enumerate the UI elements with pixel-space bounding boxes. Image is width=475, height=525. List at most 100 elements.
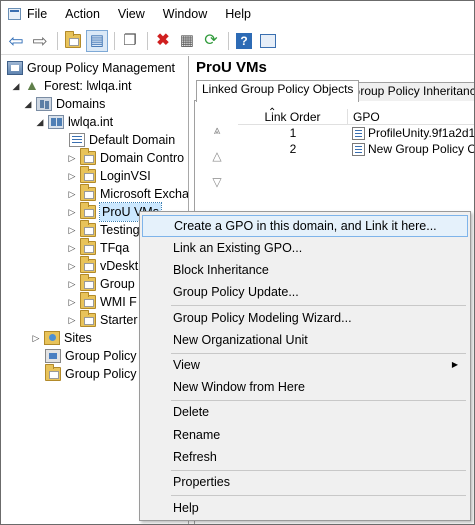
menu-item-new-ou[interactable]: New Organizational Unit <box>142 329 468 351</box>
ou-folder-icon <box>80 148 96 165</box>
tree-domains-label: Domains <box>56 97 106 111</box>
menu-item-view[interactable]: View ▶ <box>142 354 468 376</box>
tree-item-label: Starter <box>100 313 138 327</box>
menu-item-create-gpo-link[interactable]: Create a GPO in this domain, and Link it… <box>142 215 468 237</box>
move-down-icon[interactable]: ▽ <box>209 175 225 189</box>
menu-item-properties[interactable]: Properties <box>142 471 468 493</box>
menu-item-rename[interactable]: Rename <box>142 424 468 446</box>
properties-icon[interactable]: ▦ <box>176 30 198 52</box>
column-header-link-order[interactable]: ⌃ Link Order <box>238 107 348 125</box>
show-hide-tree-icon[interactable]: ▤ <box>86 29 108 52</box>
menu-separator <box>171 305 466 306</box>
move-up-icon[interactable]: △ <box>209 149 225 163</box>
tree-root[interactable]: Group Policy Management <box>7 59 175 77</box>
group-policy-management-icon <box>7 61 23 75</box>
tree-item-wmi-filters[interactable]: ▷ WMI F <box>67 292 137 311</box>
ou-folder-icon <box>80 202 96 219</box>
tree-item-group-policy-objects[interactable]: ▷ Group <box>67 274 135 293</box>
tree-item-domain-controllers[interactable]: ▷ Domain Contro <box>67 148 185 167</box>
tree-domains[interactable]: ◢ Domains <box>23 95 105 113</box>
expand-arrow-icon[interactable]: ▷ <box>67 275 77 293</box>
collapse-arrow-icon[interactable]: ◢ <box>11 77 21 95</box>
forest-icon <box>24 76 40 94</box>
tab-gp-inheritance[interactable]: Group Policy Inheritance <box>345 82 474 101</box>
tree-item-label: Default Domain <box>89 133 176 147</box>
submenu-arrow-icon: ▶ <box>451 360 458 369</box>
tree-results-label: Group Policy <box>65 367 137 381</box>
menu-help[interactable]: Help <box>216 1 260 27</box>
expand-arrow-icon[interactable]: ▷ <box>31 329 41 347</box>
menu-item-gp-update[interactable]: Group Policy Update... <box>142 281 468 303</box>
domains-icon <box>36 97 52 111</box>
tree-item-testing[interactable]: ▷ Testing <box>67 220 140 239</box>
tree-item-starter-gpos[interactable]: ▷ Starter <box>67 310 138 329</box>
expand-arrow-icon[interactable]: ▷ <box>67 239 77 257</box>
up-folder-icon[interactable] <box>62 30 84 52</box>
menu-item-new-window[interactable]: New Window from Here <box>142 376 468 398</box>
tree-forest[interactable]: ◢ Forest: lwlqa.int <box>11 76 132 95</box>
expand-arrow-icon[interactable]: ▷ <box>67 257 77 275</box>
gpo-link-icon <box>352 126 365 140</box>
console-icon[interactable] <box>257 30 279 52</box>
help-icon[interactable]: ? <box>233 30 255 52</box>
column-header-gpo[interactable]: GPO <box>348 109 474 125</box>
tab-linked-gpos[interactable]: Linked Group Policy Objects <box>196 80 360 102</box>
expand-arrow-icon[interactable]: ▷ <box>67 185 77 203</box>
toolbar-separator <box>57 31 58 50</box>
tree-item-microsoft-exchange[interactable]: ▷ Microsoft Excha <box>67 184 188 203</box>
forward-icon[interactable]: ⇨ <box>29 30 51 52</box>
expand-arrow-icon[interactable]: ▷ <box>67 311 77 329</box>
menu-bar: File Action View Window Help <box>1 1 474 27</box>
tree-domain[interactable]: ◢ lwlqa.int <box>35 113 113 131</box>
table-row[interactable]: 1 ProfileUnity.9f1a2d1... <box>238 125 475 141</box>
menu-item-link-existing-gpo[interactable]: Link an Existing GPO... <box>142 237 468 259</box>
tree-item-vdesktops[interactable]: ▷ vDeskt <box>67 256 139 275</box>
tree-item-label: WMI F <box>100 295 137 309</box>
table-row[interactable]: 2 New Group Policy O... <box>238 141 475 157</box>
menu-view[interactable]: View <box>109 1 154 27</box>
tree-item-label: LoginVSI <box>100 169 151 183</box>
cell-gpo: ProfileUnity.9f1a2d1... <box>348 125 475 141</box>
menu-item-refresh[interactable]: Refresh <box>142 446 468 468</box>
menu-item-modeling-wizard[interactable]: Group Policy Modeling Wizard... <box>142 307 468 329</box>
expand-arrow-icon[interactable]: ▷ <box>67 203 77 221</box>
collapse-arrow-icon[interactable]: ◢ <box>35 113 45 131</box>
page-title: ProU VMs <box>196 59 267 76</box>
cell-gpo-label: New Group Policy O... <box>368 142 475 156</box>
menu-item-delete[interactable]: Delete <box>142 401 468 423</box>
ou-folder-icon <box>80 220 96 237</box>
back-icon[interactable]: ⇦ <box>5 30 27 52</box>
window-app-icon <box>8 8 21 20</box>
menu-file-label: File <box>27 7 48 21</box>
expand-arrow-icon[interactable]: ▷ <box>67 221 77 239</box>
tree-item-default-domain[interactable]: Default Domain <box>69 131 175 149</box>
tree-item-label: Group <box>100 277 135 291</box>
domain-icon <box>48 115 64 129</box>
toolbar-separator <box>147 31 148 50</box>
tree-item-tfqa[interactable]: ▷ TFqa <box>67 238 129 257</box>
expand-arrow-icon[interactable]: ▷ <box>67 293 77 311</box>
menu-item-help[interactable]: Help <box>142 497 468 519</box>
expand-arrow-icon[interactable]: ▷ <box>67 149 77 167</box>
tree-item-label: Domain Contro <box>100 151 185 165</box>
refresh-icon[interactable]: ⟳ <box>200 30 222 52</box>
toolbar: ⇦ ⇨ ▤ ❐ ✖ ▦ ⟳ ? <box>1 27 474 55</box>
expand-arrow-icon[interactable]: ▷ <box>67 167 77 185</box>
collapse-arrow-icon[interactable]: ◢ <box>23 95 33 113</box>
delete-icon[interactable]: ✖ <box>152 30 174 52</box>
menu-item-block-inheritance[interactable]: Block Inheritance <box>142 259 468 281</box>
copy-icon[interactable]: ❐ <box>119 30 141 52</box>
cell-gpo-label: ProfileUnity.9f1a2d1... <box>368 126 475 140</box>
tree-item-label: vDeskt <box>100 259 139 273</box>
move-top-icon[interactable]: ⩓ <box>209 123 225 137</box>
tree-domain-label: lwlqa.int <box>68 115 114 129</box>
tree-group-policy-modeling[interactable]: Group Policy <box>45 347 137 365</box>
tree-modeling-label: Group Policy <box>65 349 137 363</box>
tree-item-loginvsi[interactable]: ▷ LoginVSI <box>67 166 151 185</box>
cell-link-order: 1 <box>289 126 297 140</box>
tree-sites[interactable]: ▷ Sites <box>31 329 92 347</box>
tree-group-policy-results[interactable]: Group Policy <box>45 364 137 383</box>
menu-file[interactable]: File <box>3 1 56 27</box>
menu-window[interactable]: Window <box>154 1 216 27</box>
menu-action[interactable]: Action <box>56 1 109 27</box>
